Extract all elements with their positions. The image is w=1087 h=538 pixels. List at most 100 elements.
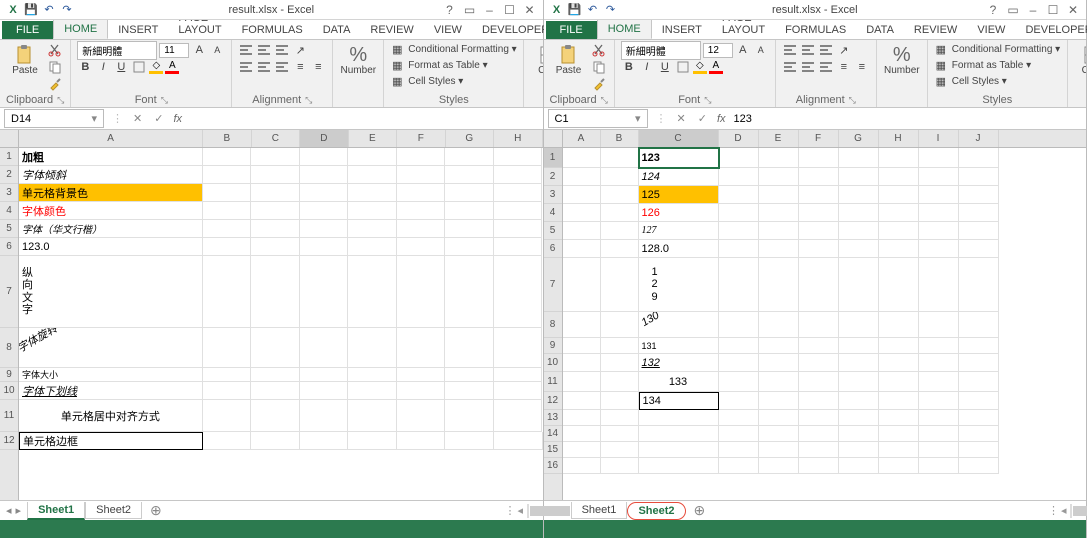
cell[interactable] [251, 220, 300, 238]
cell[interactable] [919, 148, 959, 168]
cell[interactable] [639, 426, 719, 442]
sheet-tab-sheet1[interactable]: Sheet1 [27, 502, 85, 520]
indent-dec-icon[interactable]: ≡ [836, 59, 852, 75]
cell[interactable] [839, 258, 879, 312]
cell[interactable]: 127 [639, 222, 719, 240]
cell[interactable] [203, 382, 252, 400]
cell[interactable] [203, 148, 252, 166]
column-header[interactable]: E [349, 130, 397, 147]
cell[interactable] [300, 184, 349, 202]
cell[interactable]: 加粗 [19, 148, 203, 166]
ribbon-tab-home[interactable]: HOME [597, 19, 652, 39]
row-header[interactable]: 6 [0, 238, 18, 256]
ribbon-opts-icon[interactable]: ▭ [1004, 2, 1022, 18]
cell[interactable] [203, 432, 252, 450]
maximize-icon[interactable]: ☐ [501, 2, 519, 18]
cell[interactable]: 字体颜色 [19, 202, 203, 220]
ribbon-tab-data[interactable]: DATA [856, 21, 904, 39]
cell[interactable] [879, 312, 919, 338]
row-header[interactable]: 8 [0, 328, 18, 368]
fx-icon[interactable]: fx [169, 113, 186, 125]
fill-color-button[interactable]: ◇ [693, 60, 707, 74]
ribbon-tab-review[interactable]: REVIEW [904, 21, 967, 39]
cell[interactable] [879, 392, 919, 410]
cell[interactable]: 131 [639, 338, 719, 354]
ribbon-tab-file[interactable]: FILE [2, 21, 53, 39]
cell[interactable] [719, 458, 759, 474]
cell[interactable] [494, 148, 543, 166]
cell[interactable] [445, 238, 494, 256]
help-icon[interactable]: ? [984, 2, 1002, 18]
cell[interactable] [879, 410, 919, 426]
font-size-combo[interactable]: 12 [703, 43, 733, 58]
row-header[interactable]: 10 [0, 382, 18, 400]
cell[interactable] [919, 168, 959, 186]
cell[interactable]: 单元格背景色 [19, 184, 203, 202]
ribbon-tab-insert[interactable]: INSERT [108, 21, 168, 39]
cell[interactable]: 124 [639, 168, 719, 186]
cell[interactable] [959, 186, 999, 204]
cell[interactable] [759, 222, 799, 240]
cell[interactable] [959, 222, 999, 240]
cell[interactable] [839, 240, 879, 258]
cell[interactable] [397, 220, 446, 238]
maximize-icon[interactable]: ☐ [1044, 2, 1062, 18]
cell[interactable] [919, 222, 959, 240]
cell[interactable] [799, 148, 839, 168]
cell[interactable] [799, 410, 839, 426]
cell[interactable] [494, 382, 543, 400]
cell[interactable] [759, 392, 799, 410]
cell[interactable] [494, 368, 543, 382]
cell[interactable] [719, 442, 759, 458]
border-button[interactable] [131, 59, 147, 75]
name-box[interactable]: D14▾ [4, 109, 104, 128]
column-header[interactable]: H [879, 130, 919, 147]
cell[interactable] [759, 426, 799, 442]
cell[interactable] [445, 148, 494, 166]
cell[interactable] [959, 204, 999, 222]
number-format-button[interactable]: %Number [883, 42, 921, 78]
cell[interactable] [300, 166, 349, 184]
cell[interactable] [445, 220, 494, 238]
cell[interactable]: 123 [639, 148, 719, 168]
cell[interactable] [879, 240, 919, 258]
cell[interactable] [445, 256, 494, 328]
row-header[interactable]: 11 [544, 372, 562, 392]
cell[interactable] [759, 240, 799, 258]
row-header[interactable]: 7 [544, 258, 562, 312]
row-header[interactable]: 10 [544, 354, 562, 372]
cell[interactable]: 126 [639, 204, 719, 222]
sheet-tab-sheet2[interactable]: Sheet2 [85, 502, 142, 519]
format-painter-button[interactable] [592, 76, 606, 92]
save-icon[interactable]: 💾 [568, 3, 582, 17]
indent-inc-icon[interactable]: ≡ [854, 59, 870, 75]
font-name-combo[interactable]: 新細明體 [621, 41, 701, 60]
cell[interactable] [799, 426, 839, 442]
cell[interactable] [759, 410, 799, 426]
column-header[interactable]: G [446, 130, 494, 147]
cell[interactable] [759, 204, 799, 222]
align-left-icon[interactable] [782, 59, 798, 75]
cell[interactable] [445, 432, 494, 450]
cell[interactable] [719, 204, 759, 222]
minimize-icon[interactable]: – [1024, 2, 1042, 18]
sheet-tab-sheet2[interactable]: Sheet2 [627, 502, 685, 520]
select-all-corner[interactable] [0, 130, 18, 148]
cell[interactable] [563, 148, 601, 168]
format-as-table-button[interactable]: ▦Format as Table ▾ [390, 58, 516, 73]
cancel-formula-icon[interactable]: ✕ [671, 112, 692, 125]
cell[interactable] [300, 220, 349, 238]
ribbon-tab-view[interactable]: VIEW [424, 21, 472, 39]
row-header[interactable]: 3 [0, 184, 18, 202]
hscroll-left-icon[interactable]: ◂ [517, 504, 523, 517]
cell[interactable] [639, 410, 719, 426]
cell[interactable]: 纵向文字 [19, 256, 203, 328]
cell[interactable] [879, 148, 919, 168]
cell[interactable] [719, 426, 759, 442]
indent-inc-icon[interactable]: ≡ [310, 59, 326, 75]
cell[interactable] [563, 258, 601, 312]
cell[interactable] [919, 258, 959, 312]
bold-button[interactable]: B [621, 59, 637, 75]
column-header[interactable]: G [839, 130, 879, 147]
cell[interactable] [203, 368, 252, 382]
